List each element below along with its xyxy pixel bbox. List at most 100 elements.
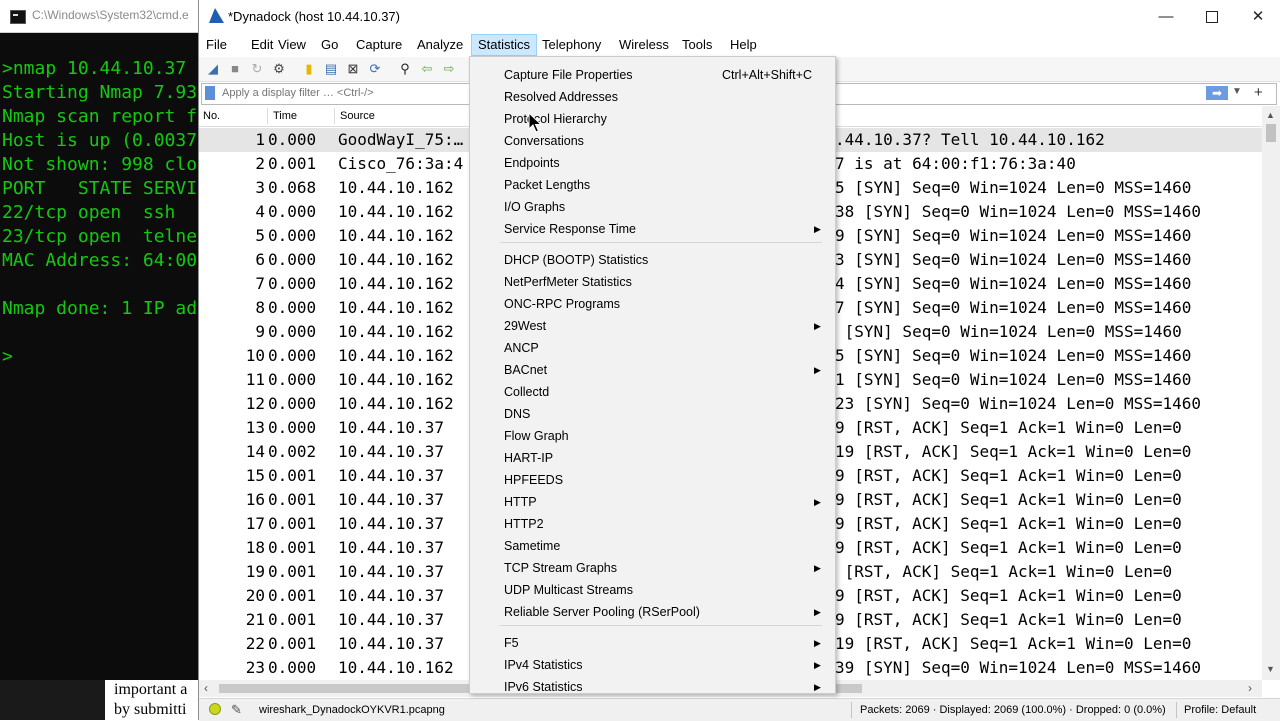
- menu-item-hart-ip[interactable]: HART-IP: [470, 445, 835, 467]
- packet-number: 3: [255, 178, 265, 197]
- packet-number: 5: [255, 226, 265, 245]
- packet-info: [RST, ACK] Seq=1 Ack=1 Win=0 Len=0: [835, 562, 1173, 581]
- menu-telephony[interactable]: Telephony: [536, 34, 607, 56]
- chevron-down-icon[interactable]: ▼: [1232, 86, 1242, 97]
- menu-item-flow-graph[interactable]: Flow Graph: [470, 423, 835, 445]
- menu-file[interactable]: File: [200, 34, 233, 56]
- vertical-scrollbar[interactable]: ▲ ▼: [1262, 106, 1280, 680]
- menu-go[interactable]: Go: [315, 34, 344, 56]
- profile-selector[interactable]: Profile: Default: [1184, 704, 1256, 716]
- scroll-up-icon[interactable]: ▲: [1266, 110, 1275, 120]
- menu-help[interactable]: Help: [724, 34, 763, 56]
- menu-separator: [500, 625, 822, 626]
- menu-item-ipv4-statistics[interactable]: IPv4 Statistics ▶: [470, 652, 835, 674]
- scroll-right-icon[interactable]: ›: [1248, 681, 1252, 695]
- menu-item-ipv6-statistics[interactable]: IPv6 Statistics ▶: [470, 674, 835, 696]
- cmd-window[interactable]: C:\Windows\System32\cmd.e >nmap 10.44.10…: [0, 0, 200, 720]
- menu-item-http[interactable]: HTTP ▶: [470, 489, 835, 511]
- column-divider[interactable]: [267, 108, 268, 124]
- minimize-button[interactable]: —: [1143, 0, 1189, 33]
- menu-item-capture-file-properties[interactable]: Capture File Properties Ctrl+Alt+Shift+C: [470, 62, 835, 84]
- column-time[interactable]: Time: [273, 110, 297, 122]
- packet-info: 19 [RST, ACK] Seq=1 Ack=1 Win=0 Len=0: [835, 442, 1192, 461]
- menu-item-protocol-hierarchy[interactable]: Protocol Hierarchy: [470, 106, 835, 128]
- cmd-line: 23/tcp open telne: [2, 226, 198, 247]
- menu-item-label: DHCP (BOOTP) Statistics: [504, 253, 649, 267]
- menu-item-label: ONC-RPC Programs: [504, 297, 620, 311]
- packet-number: 14: [245, 442, 265, 461]
- menu-item-service-response-time[interactable]: Service Response Time ▶: [470, 216, 835, 238]
- menu-item-i-o-graphs[interactable]: I/O Graphs: [470, 194, 835, 216]
- menu-item-onc-rpc-programs[interactable]: ONC-RPC Programs: [470, 291, 835, 313]
- menu-analyze[interactable]: Analyze: [411, 34, 469, 56]
- menu-item-dhcp-bootp-statistics[interactable]: DHCP (BOOTP) Statistics: [470, 247, 835, 269]
- menu-tools[interactable]: Tools: [676, 34, 718, 56]
- maximize-button[interactable]: [1189, 0, 1235, 33]
- menu-item-label: Endpoints: [504, 156, 560, 170]
- cmd-titlebar[interactable]: C:\Windows\System32\cmd.e: [0, 0, 200, 33]
- packet-source: 10.44.10.37: [338, 418, 444, 437]
- menu-item-http2[interactable]: HTTP2: [470, 511, 835, 533]
- scrollbar-thumb[interactable]: [1266, 124, 1276, 142]
- bookmark-icon[interactable]: [205, 86, 215, 100]
- packet-source: 10.44.10.37: [338, 610, 444, 629]
- packet-info: 9 [RST, ACK] Seq=1 Ack=1 Win=0 Len=0: [835, 466, 1182, 485]
- restart-capture-icon[interactable]: ↻: [249, 61, 265, 77]
- start-capture-icon[interactable]: ◢: [205, 61, 221, 77]
- menu-item-bacnet[interactable]: BACnet ▶: [470, 357, 835, 379]
- packet-info: 9 [RST, ACK] Seq=1 Ack=1 Win=0 Len=0: [835, 418, 1182, 437]
- wireshark-titlebar[interactable]: *Dynadock (host 10.44.10.37) — ✕: [199, 0, 1280, 33]
- column-divider[interactable]: [334, 108, 335, 124]
- capture-options-icon[interactable]: ⚙: [271, 61, 287, 77]
- menu-item-ancp[interactable]: ANCP: [470, 335, 835, 357]
- packet-number: 15: [245, 466, 265, 485]
- menu-item-f5[interactable]: F5 ▶: [470, 630, 835, 652]
- packet-number: 22: [245, 634, 265, 653]
- go-back-icon[interactable]: ⇦: [419, 61, 435, 77]
- document-snippet[interactable]: important a by submitti: [105, 680, 200, 720]
- menu-item-label: Flow Graph: [504, 429, 569, 443]
- expert-info-icon[interactable]: [209, 703, 221, 715]
- menu-item-dns[interactable]: DNS: [470, 401, 835, 423]
- packet-time: 0.000: [268, 226, 317, 245]
- save-file-icon[interactable]: ▤: [323, 61, 339, 77]
- packet-number: 17: [245, 514, 265, 533]
- menu-item-hpfeeds[interactable]: HPFEEDS: [470, 467, 835, 489]
- menu-view[interactable]: View: [272, 34, 312, 56]
- packet-info: 5 [SYN] Seq=0 Win=1024 Len=0 MSS=1460: [835, 178, 1192, 197]
- reload-file-icon[interactable]: ⟳: [367, 61, 383, 77]
- menu-statistics[interactable]: Statistics: [471, 34, 538, 56]
- menu-item-netperfmeter-statistics[interactable]: NetPerfMeter Statistics: [470, 269, 835, 291]
- column-no[interactable]: No.: [203, 110, 220, 122]
- apply-filter-icon[interactable]: ➡: [1206, 86, 1228, 100]
- scroll-left-icon[interactable]: ‹: [204, 681, 208, 695]
- edit-comment-icon[interactable]: ✎: [231, 702, 242, 718]
- menu-item-udp-multicast-streams[interactable]: UDP Multicast Streams: [470, 577, 835, 599]
- open-file-icon[interactable]: ▮: [301, 61, 317, 77]
- menu-item-resolved-addresses[interactable]: Resolved Addresses: [470, 84, 835, 106]
- menu-item-packet-lengths[interactable]: Packet Lengths: [470, 172, 835, 194]
- menu-capture[interactable]: Capture: [350, 34, 408, 56]
- packet-number: 4: [255, 202, 265, 221]
- menu-item-reliable-server-pooling-rserpool[interactable]: Reliable Server Pooling (RSerPool) ▶: [470, 599, 835, 621]
- stop-capture-icon[interactable]: ■: [227, 61, 243, 77]
- menu-item-label: HART-IP: [504, 451, 554, 465]
- close-file-icon[interactable]: ⊠: [345, 61, 361, 77]
- cmd-line: Starting Nmap 7.93: [2, 82, 198, 103]
- menu-item-collectd[interactable]: Collectd: [470, 379, 835, 401]
- packet-info: 38 [SYN] Seq=0 Win=1024 Len=0 MSS=1460: [835, 202, 1202, 221]
- close-button[interactable]: ✕: [1235, 0, 1280, 33]
- display-filter-input[interactable]: [222, 85, 472, 101]
- find-packet-icon[interactable]: ⚲: [397, 61, 413, 77]
- go-forward-icon[interactable]: ⇨: [441, 61, 457, 77]
- menu-item-sametime[interactable]: Sametime: [470, 533, 835, 555]
- menu-item-tcp-stream-graphs[interactable]: TCP Stream Graphs ▶: [470, 555, 835, 577]
- menu-item-endpoints[interactable]: Endpoints: [470, 150, 835, 172]
- scroll-down-icon[interactable]: ▼: [1266, 664, 1275, 674]
- menu-item-conversations[interactable]: Conversations: [470, 128, 835, 150]
- add-filter-button[interactable]: +: [1254, 84, 1263, 102]
- menu-wireless[interactable]: Wireless: [613, 34, 675, 56]
- menu-item-29west[interactable]: 29West ▶: [470, 313, 835, 335]
- column-source[interactable]: Source: [340, 110, 375, 122]
- cmd-output: >nmap 10.44.10.37 Starting Nmap 7.93 Nmap …: [2, 57, 197, 369]
